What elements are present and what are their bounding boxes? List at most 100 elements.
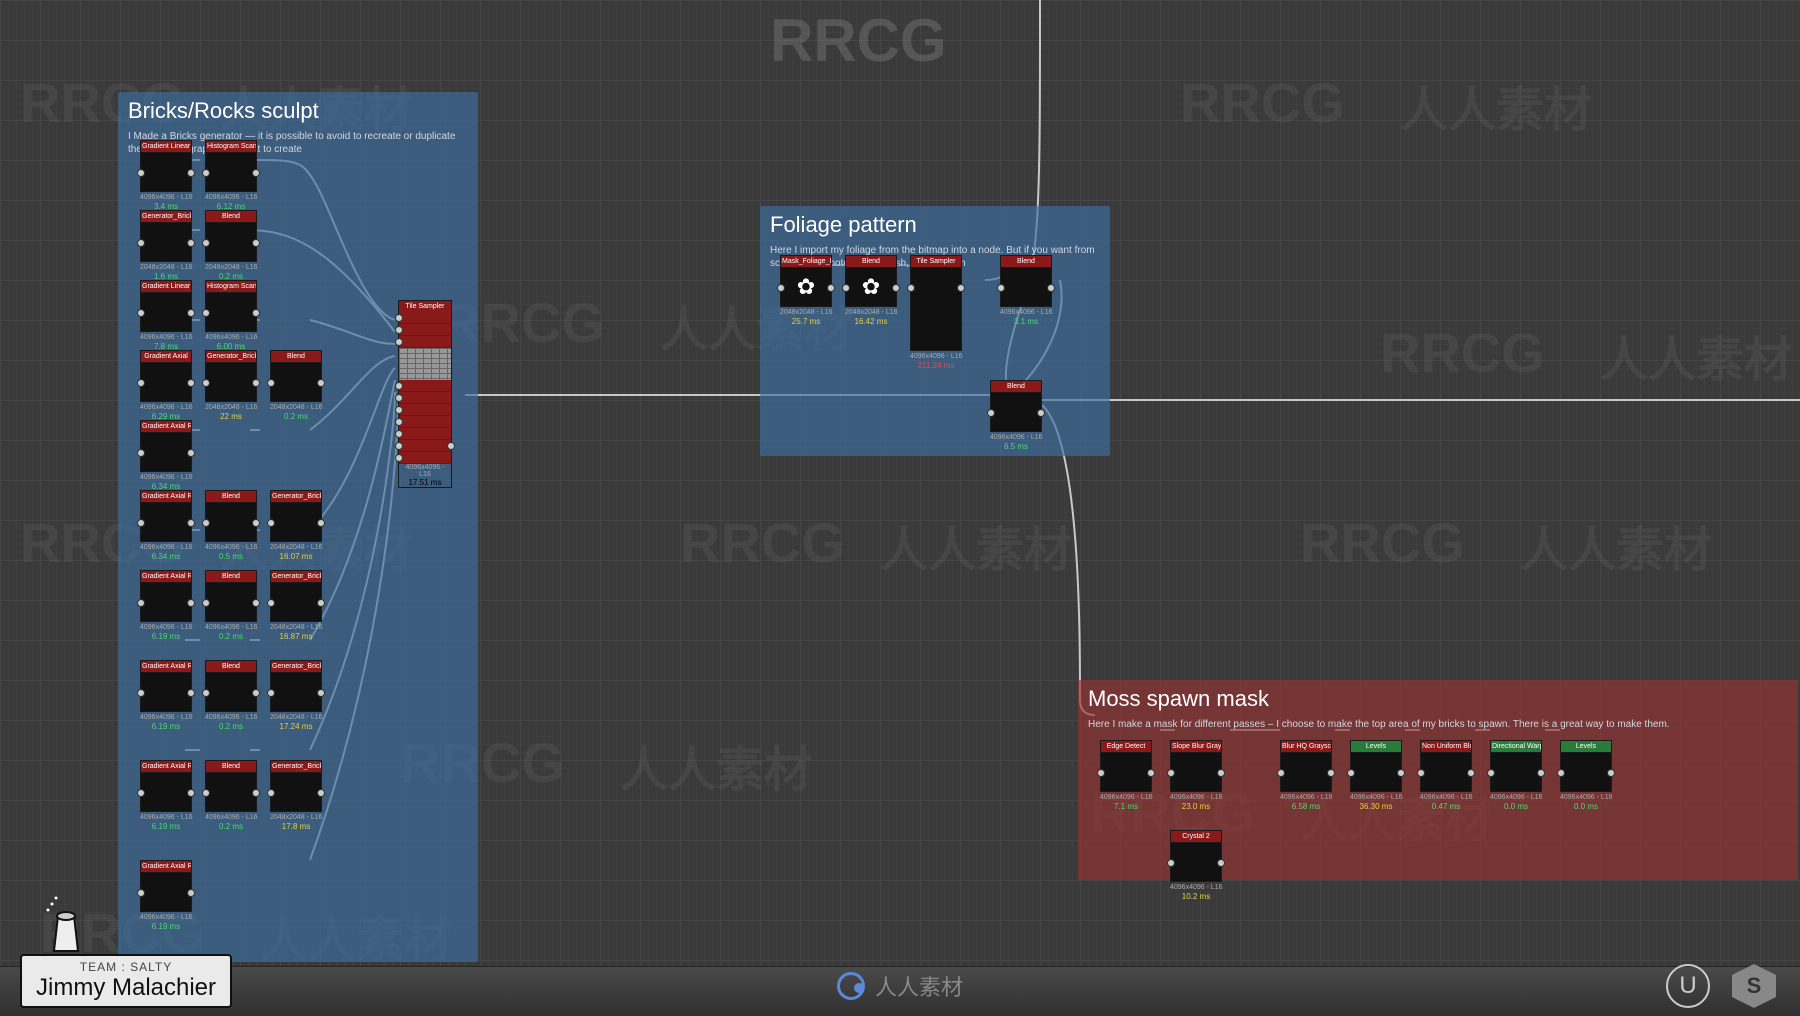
node-header: Blend xyxy=(205,760,257,772)
node-meta: 4096x4096 - L16 xyxy=(205,814,257,821)
node-thumbnail xyxy=(990,392,1042,432)
node-header: Generator_Bricks xyxy=(270,760,322,772)
node-perf: 6.19 ms xyxy=(140,822,192,831)
node-meta: 4096x4096 - L16 xyxy=(990,434,1042,441)
node-r8b[interactable]: Blend4096x4096 - L160.2 ms xyxy=(205,660,257,731)
node-thumbnail xyxy=(140,362,192,402)
node-perf: 0.2 ms xyxy=(205,632,257,641)
node-tile-sampler[interactable]: Tile Sampler 4096x4096 - L16 17.51 ms xyxy=(398,300,452,488)
node-header: Blend xyxy=(1000,255,1052,267)
node-m1[interactable]: Edge Detect4096x4096 - L167.1 ms xyxy=(1100,740,1152,811)
node-r4a[interactable]: Gradient Axial4096x4096 - L166.29 ms xyxy=(140,350,192,421)
node-m5[interactable]: Non Uniform Blur Grays…4096x4096 - L160.… xyxy=(1420,740,1472,811)
node-r1b[interactable]: Histogram Scan4096x4096 - L166.12 ms xyxy=(205,140,257,211)
node-r9b[interactable]: Blend4096x4096 - L160.2 ms xyxy=(205,760,257,831)
node-perf: 17.24 ms xyxy=(270,722,322,731)
node-thumbnail xyxy=(1490,752,1542,792)
node-header: Blend xyxy=(205,570,257,582)
node-meta: 2048x2048 - L16 xyxy=(270,624,322,631)
node-header: Blend xyxy=(845,255,897,267)
node-r4c[interactable]: Blend2048x2048 - L160.2 ms xyxy=(270,350,322,421)
node-header: Generator_Bricks xyxy=(270,570,322,582)
node-perf: 211.24 ms xyxy=(910,361,962,370)
node-header: Tile Sampler xyxy=(910,255,962,267)
node-r4b[interactable]: Generator_Bricks2048x2048 - L1622 ms xyxy=(205,350,257,421)
node-m8[interactable]: Crystal 24096x4096 - L1610.2 ms xyxy=(1170,830,1222,901)
node-meta: 4096x4096 - L16 xyxy=(140,544,192,551)
frame-title: Foliage pattern xyxy=(760,206,1110,244)
node-r7b[interactable]: Blend 4096x4096 - L160.2 ms xyxy=(205,570,257,641)
node-perf: 17.8 ms xyxy=(270,822,322,831)
node-thumbnail xyxy=(1170,842,1222,882)
node-perf: 6.34 ms xyxy=(140,552,192,561)
node-perf: 6.58 ms xyxy=(1280,802,1332,811)
node-meta: 4096x4096 - L16 xyxy=(1490,794,1542,801)
node-thumbnail xyxy=(140,772,192,812)
node-thumbnail xyxy=(205,152,257,192)
team-label: TEAM : SALTY xyxy=(36,960,216,974)
node-header: Gradient Axial xyxy=(140,350,192,362)
node-thumbnail xyxy=(270,502,322,542)
node-r8c[interactable]: Generator_Bricks2048x2048 - L1617.24 ms xyxy=(270,660,322,731)
node-meta: 4096x4096 - L16 xyxy=(140,814,192,821)
node-perf: 22 ms xyxy=(205,412,257,421)
node-r10a[interactable]: Gradient Axial Reflected4096x4096 - L166… xyxy=(140,860,192,931)
node-r5a[interactable]: Gradient Axial Reflected4096x4096 - L166… xyxy=(140,420,192,491)
node-perf: 0.47 ms xyxy=(1420,802,1472,811)
node-meta: 2048x2048 - L16 xyxy=(205,404,257,411)
node-perf: 23.0 ms xyxy=(1170,802,1222,811)
node-perf: 16.87 ms xyxy=(270,632,322,641)
node-m6[interactable]: Directional Warp4096x4096 - L160.0 ms xyxy=(1490,740,1542,811)
node-r9c[interactable]: Generator_Bricks 2048x2048 - L1617.8 ms xyxy=(270,760,322,831)
unreal-logo-icon: U xyxy=(1666,964,1710,1008)
node-m7[interactable]: Levels4096x4096 - L160.0 ms xyxy=(1560,740,1612,811)
node-header: Gradient Axial Reflected xyxy=(140,760,192,772)
node-meta: 2048x2048 - L16 xyxy=(270,814,322,821)
node-header: Generator_Bricks xyxy=(270,660,322,672)
node-r1a[interactable]: Gradient Linear 44096x4096 - L163.4 ms xyxy=(140,140,192,211)
node-meta: 4096x4096 - L16 xyxy=(140,194,192,201)
node-meta: 4096x4096 - L16 xyxy=(1560,794,1612,801)
node-r8a[interactable]: Gradient Axial Reflected4096x4096 - L166… xyxy=(140,660,192,731)
node-thumbnail xyxy=(1560,752,1612,792)
node-header: Gradient Linear 2 xyxy=(140,280,192,292)
node-header: Directional Warp xyxy=(1490,740,1542,752)
node-f3[interactable]: Tile Sampler4096x4096 - L16211.24 ms xyxy=(910,255,962,370)
salt-shaker-icon xyxy=(44,896,88,956)
node-r6c[interactable]: Generator_Bricks2048x2048 - L1616.07 ms xyxy=(270,490,322,561)
node-perf: 0.5 ms xyxy=(205,552,257,561)
node-thumbnail xyxy=(1100,752,1152,792)
node-r7c[interactable]: Generator_Bricks 2048x2048 - L1616.87 ms xyxy=(270,570,322,641)
node-r2b[interactable]: Blend2048x2048 - L160.2 ms xyxy=(205,210,257,281)
node-r6b[interactable]: Blend4096x4096 - L160.5 ms xyxy=(205,490,257,561)
node-meta: 4096x4096 - L16 xyxy=(140,334,192,341)
frame-title: Moss spawn mask xyxy=(1078,680,1798,718)
node-perf: 6.19 ms xyxy=(140,632,192,641)
node-perf: 6.5 ms xyxy=(990,442,1042,451)
node-meta: 4096x4096 - L16 xyxy=(205,624,257,631)
node-thumbnail xyxy=(270,582,322,622)
node-meta: 4096x4096 - L16 xyxy=(1170,794,1222,801)
node-r3b[interactable]: Histogram Scan4096x4096 - L166.00 ms xyxy=(205,280,257,351)
node-header: Crystal 2 xyxy=(1170,830,1222,842)
node-f1[interactable]: Mask_Foliage_Leaves2048x2048 - L1625.7 m… xyxy=(780,255,832,326)
node-m2[interactable]: Slope Blur Grayscale4096x4096 - L1623.0 … xyxy=(1170,740,1222,811)
node-perf: 36.30 ms xyxy=(1350,802,1402,811)
node-thumbnail xyxy=(270,362,322,402)
node-f4[interactable]: Blend4096x4096 - L163.1 ms xyxy=(1000,255,1052,326)
node-header: Edge Detect xyxy=(1100,740,1152,752)
node-r2a[interactable]: Generator_Bricks2048x2048 - L161.6 ms xyxy=(140,210,192,281)
node-m4[interactable]: Levels4096x4096 - L1636.30 ms xyxy=(1350,740,1402,811)
node-thumbnail xyxy=(205,362,257,402)
node-r6a[interactable]: Gradient Axial Reflected4096x4096 - L166… xyxy=(140,490,192,561)
node-perf: 0.0 ms xyxy=(1560,802,1612,811)
node-r3a[interactable]: Gradient Linear 24096x4096 - L167.8 ms xyxy=(140,280,192,351)
author-name: Jimmy Malachier xyxy=(36,974,216,1002)
node-header: Blend xyxy=(205,490,257,502)
node-m3[interactable]: Blur HQ Grayscale4096x4096 - L166.58 ms xyxy=(1280,740,1332,811)
node-foliage-blend[interactable]: Blend4096x4096 - L166.5 ms xyxy=(990,380,1042,451)
node-f2[interactable]: Blend2048x2048 - L1616.42 ms xyxy=(845,255,897,326)
node-meta: 2048x2048 - L16 xyxy=(780,309,832,316)
node-r9a[interactable]: Gradient Axial Reflected 4096x4096 - L166… xyxy=(140,760,192,831)
node-r7a[interactable]: Gradient Axial Reflected4096x4096 - L166… xyxy=(140,570,192,641)
